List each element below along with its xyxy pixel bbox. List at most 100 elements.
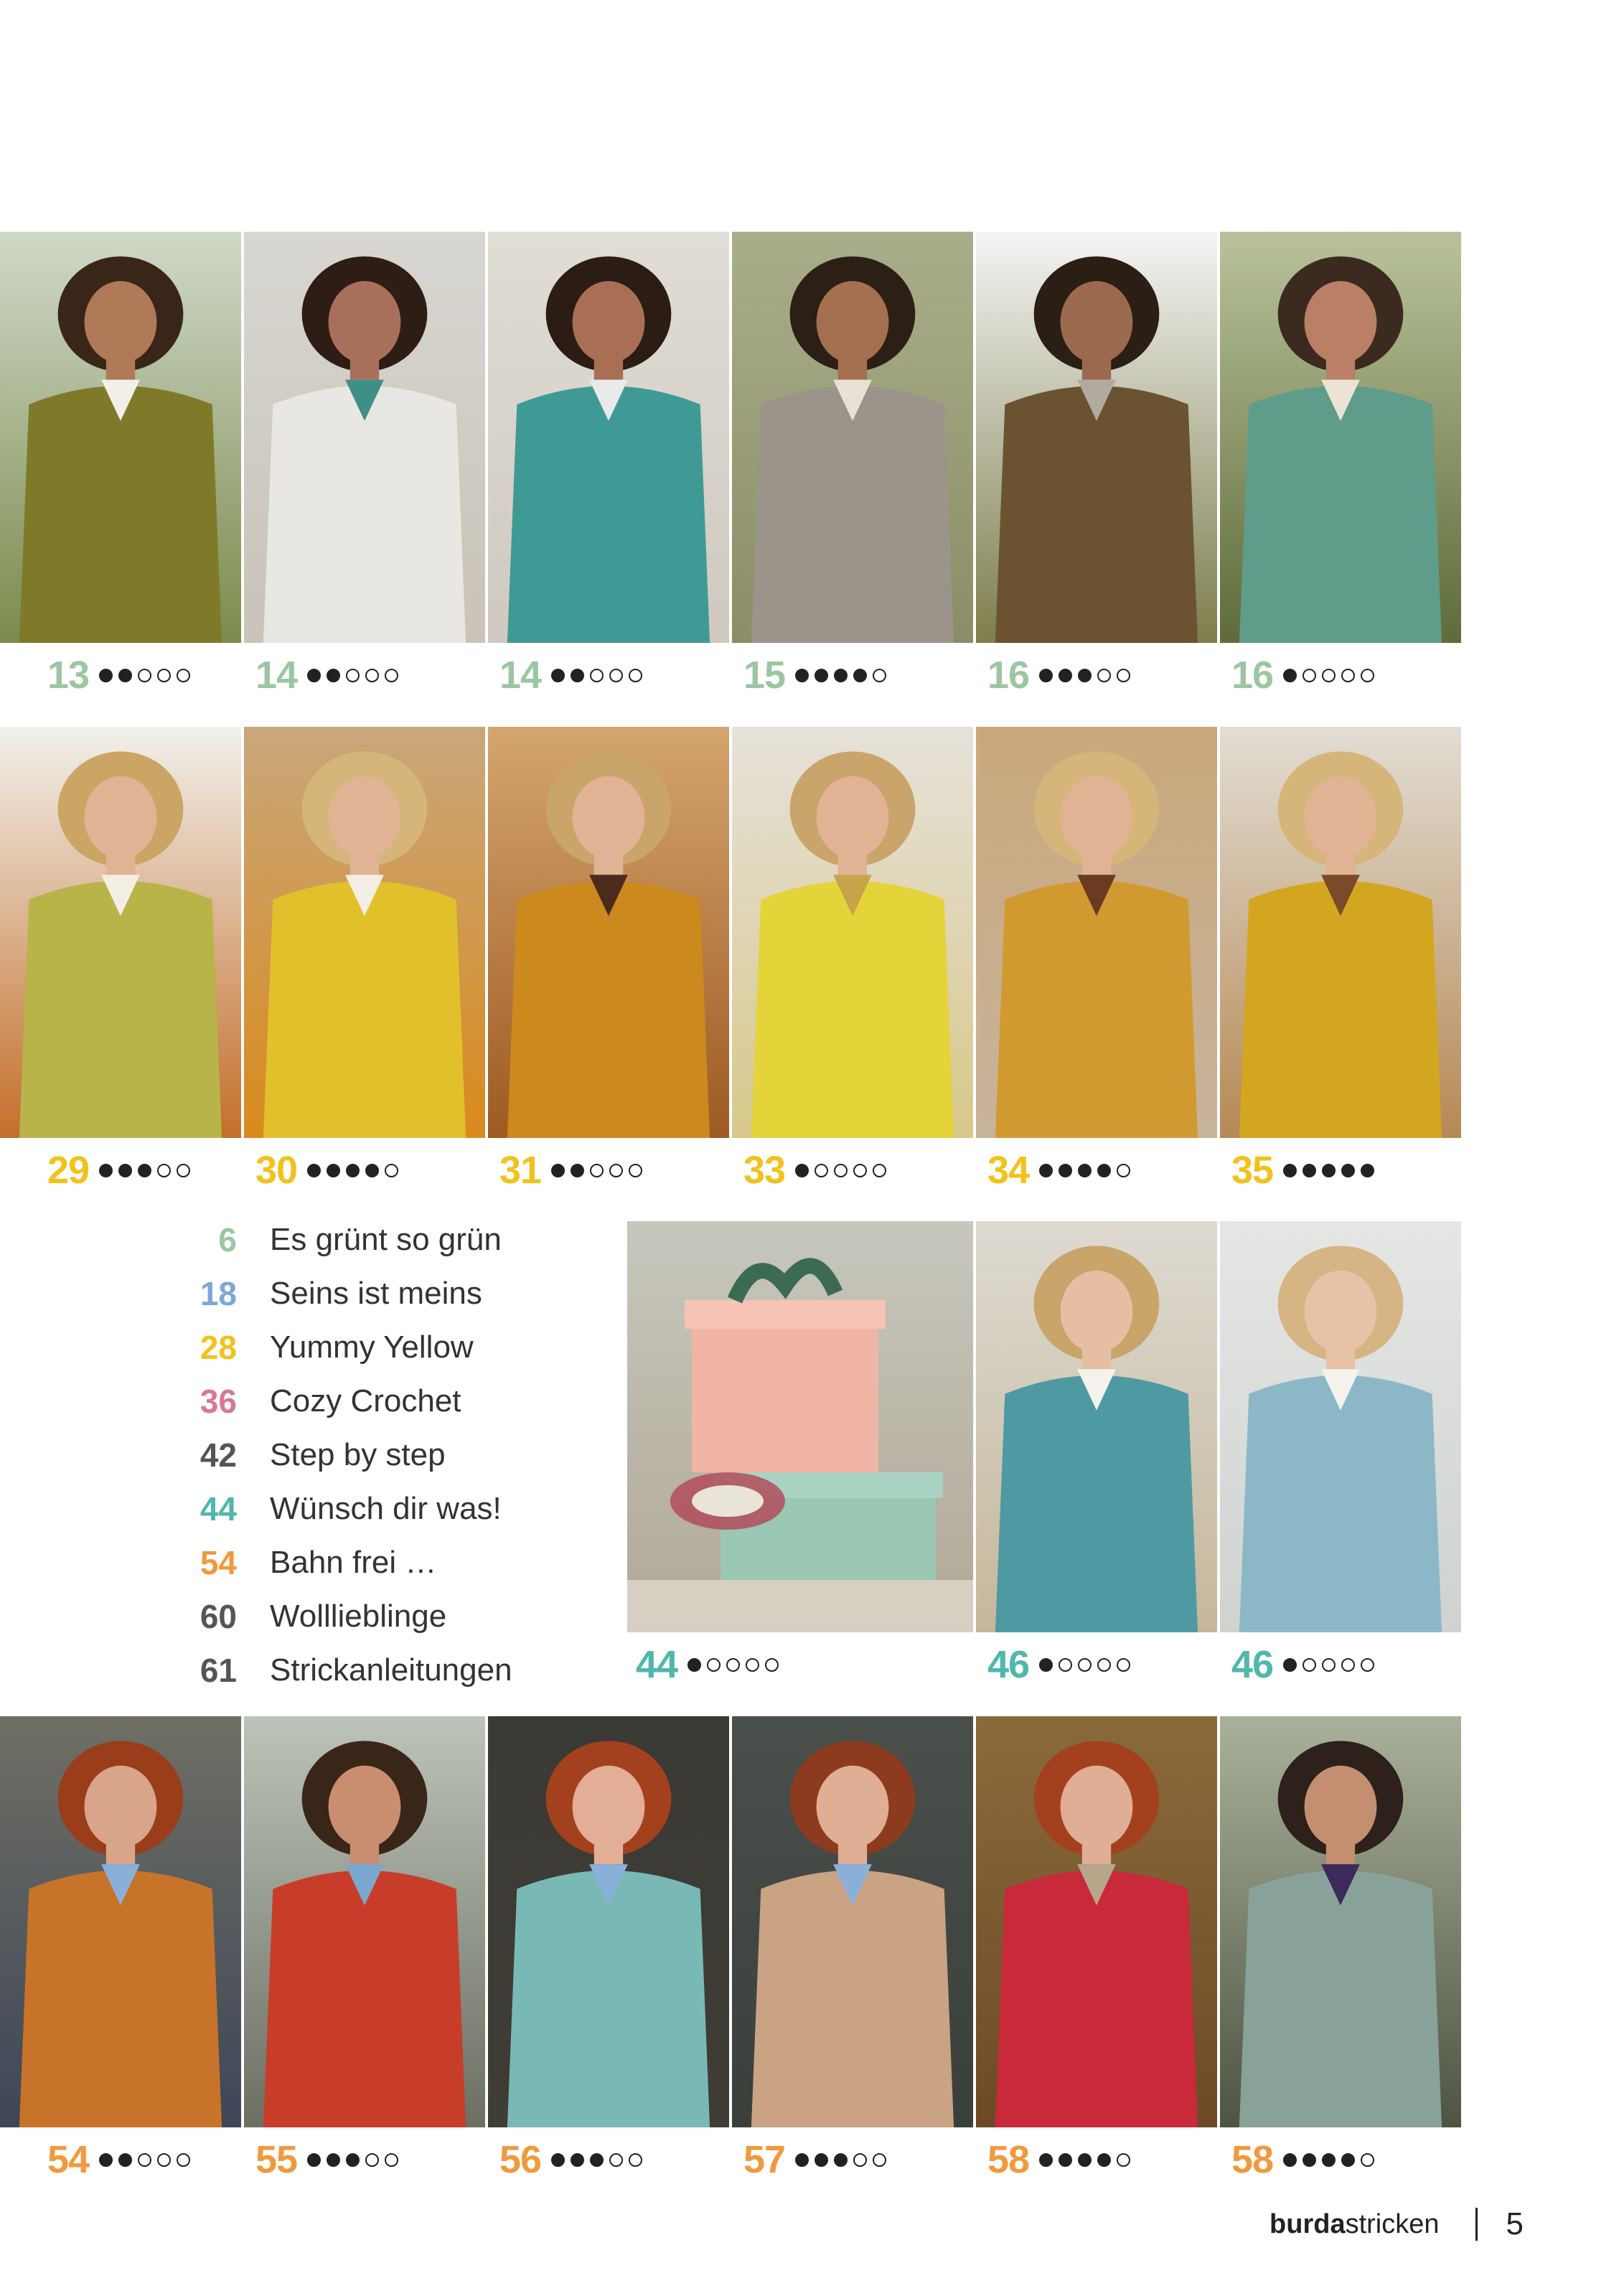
difficulty-rating: [1283, 2152, 1375, 2167]
toc-entry[interactable]: 60 Wolllieblinge: [165, 1589, 610, 1643]
difficulty-dot-empty: [157, 668, 172, 682]
difficulty-dot-empty: [765, 1657, 779, 1672]
photo-woman-lime-cardigan[interactable]: [0, 727, 241, 1138]
page-reference: 33: [743, 1145, 887, 1195]
page-reference: 34: [987, 1145, 1131, 1195]
photo-woman-rust-sweater[interactable]: [0, 1716, 241, 2127]
photo-woman-mohair-mittens[interactable]: [1220, 1221, 1461, 1632]
difficulty-dot-filled: [834, 668, 848, 682]
difficulty-dot-empty: [853, 1163, 868, 1177]
toc-entry[interactable]: 42 Step by step: [165, 1428, 610, 1482]
brand-logo: burdastricken: [1269, 2208, 1440, 2239]
difficulty-dot-filled: [1303, 1163, 1317, 1177]
difficulty-dot-filled: [307, 2152, 321, 2167]
page-number-label: 30: [255, 1149, 298, 1192]
difficulty-dot-filled: [99, 2152, 113, 2167]
difficulty-dot-filled: [815, 2152, 829, 2167]
photo-woman-green-vest-bucket-hat[interactable]: [1220, 232, 1461, 643]
difficulty-rating: [551, 1163, 643, 1177]
difficulty-dot-filled: [795, 668, 809, 682]
difficulty-dot-empty: [157, 2152, 172, 2167]
difficulty-dot-empty: [629, 1163, 643, 1177]
difficulty-rating: [1283, 1163, 1375, 1177]
difficulty-dot-empty: [385, 1163, 399, 1177]
difficulty-dot-empty: [726, 1657, 741, 1672]
photo-woman-mustard-jacket-hat[interactable]: [488, 727, 729, 1138]
toc-title: Wünsch dir was!: [270, 1490, 502, 1526]
difficulty-dot-filled: [551, 2152, 565, 2167]
page-number-label: 58: [987, 2138, 1030, 2181]
toc-title: Yummy Yellow: [270, 1329, 474, 1365]
toc-title: Bahn frei …: [270, 1544, 437, 1580]
difficulty-dot-filled: [795, 2152, 809, 2167]
difficulty-dot-filled: [1097, 2152, 1112, 2167]
toc-entry[interactable]: 6 Es grünt so grün: [165, 1213, 610, 1266]
photo-woman-yellow-cable-sweater[interactable]: [244, 727, 485, 1138]
page-reference: 44: [636, 1639, 779, 1690]
difficulty-dot-filled: [571, 1163, 585, 1177]
photo-woman-mint-raglan[interactable]: [488, 1716, 729, 2127]
photo-woman-cable-polo-sweater[interactable]: [1220, 727, 1461, 1138]
toc-page-number: 60: [200, 1597, 237, 1635]
photo-woman-long-brown-vest[interactable]: [976, 232, 1217, 643]
difficulty-dot-filled: [1078, 668, 1092, 682]
photo-woman-green-hat-lamb[interactable]: [0, 232, 241, 643]
page-number-label: 58: [1231, 2138, 1274, 2181]
photo-woman-teal-wristwarmers[interactable]: [244, 232, 485, 643]
difficulty-dot-filled: [138, 1163, 152, 1177]
toc-entry[interactable]: 18 Seins ist meins: [165, 1266, 610, 1320]
page-number-label: 46: [1231, 1643, 1274, 1686]
photo-woman-striped-shawl[interactable]: [732, 727, 973, 1138]
difficulty-dot-empty: [365, 2152, 380, 2167]
difficulty-dot-empty: [346, 668, 360, 682]
photo-gift-boxes-crochet[interactable]: [627, 1221, 973, 1632]
toc-entry[interactable]: 28 Yummy Yellow: [165, 1320, 610, 1374]
difficulty-dot-empty: [609, 1163, 624, 1177]
difficulty-rating: [687, 1657, 779, 1672]
page-number-label: 29: [47, 1149, 90, 1192]
difficulty-dot-empty: [590, 1163, 604, 1177]
photo-woman-teal-scarf[interactable]: [976, 1221, 1217, 1632]
footer-divider: [1475, 2208, 1478, 2241]
toc-entry[interactable]: 61 Strickanleitungen: [165, 1643, 610, 1697]
difficulty-dot-empty: [157, 1163, 172, 1177]
difficulty-dot-filled: [99, 668, 113, 682]
difficulty-rating: [795, 668, 887, 682]
photo-woman-teal-cowl[interactable]: [488, 232, 729, 643]
difficulty-dot-empty: [1361, 668, 1375, 682]
photo-man-sage-cardigan[interactable]: [1220, 1716, 1461, 2127]
difficulty-rating: [99, 1163, 191, 1177]
difficulty-dot-empty: [853, 2152, 868, 2167]
page-reference: 57: [743, 2135, 887, 2185]
difficulty-dot-filled: [346, 2152, 360, 2167]
toc-page-number: 6: [218, 1220, 237, 1258]
difficulty-dot-filled: [1283, 1163, 1297, 1177]
difficulty-dot-empty: [1361, 1657, 1375, 1672]
difficulty-rating: [1039, 1657, 1131, 1672]
difficulty-dot-empty: [873, 668, 887, 682]
toc-page-number: 36: [200, 1382, 237, 1420]
difficulty-dot-filled: [834, 2152, 848, 2167]
page-reference: 56: [499, 2135, 643, 2185]
photo-woman-grey-cardigan[interactable]: [732, 232, 973, 643]
photo-woman-beige-knit-dress[interactable]: [732, 1716, 973, 2127]
toc-title: Es grünt so grün: [270, 1221, 502, 1257]
page-reference: 54: [47, 2135, 191, 2185]
difficulty-rating: [307, 668, 399, 682]
toc-page-number: 54: [200, 1543, 237, 1581]
photo-woman-mohair-sweater[interactable]: [976, 727, 1217, 1138]
toc-page-number: 61: [200, 1651, 237, 1689]
difficulty-dot-empty: [138, 668, 152, 682]
photo-man-red-sweater[interactable]: [244, 1716, 485, 2127]
toc-entry[interactable]: 44 Wünsch dir was!: [165, 1482, 610, 1535]
difficulty-dot-filled: [1341, 2152, 1356, 2167]
page-number-label: 54: [47, 2138, 90, 2181]
toc-entry[interactable]: 36 Cozy Crochet: [165, 1374, 610, 1428]
difficulty-dot-filled: [1097, 1163, 1112, 1177]
difficulty-dot-filled: [1341, 1163, 1356, 1177]
difficulty-dot-filled: [1322, 2152, 1336, 2167]
page-reference: 55: [255, 2135, 399, 2185]
difficulty-rating: [1283, 668, 1375, 682]
photo-woman-red-sweater[interactable]: [976, 1716, 1217, 2127]
toc-entry[interactable]: 54 Bahn frei …: [165, 1535, 610, 1589]
